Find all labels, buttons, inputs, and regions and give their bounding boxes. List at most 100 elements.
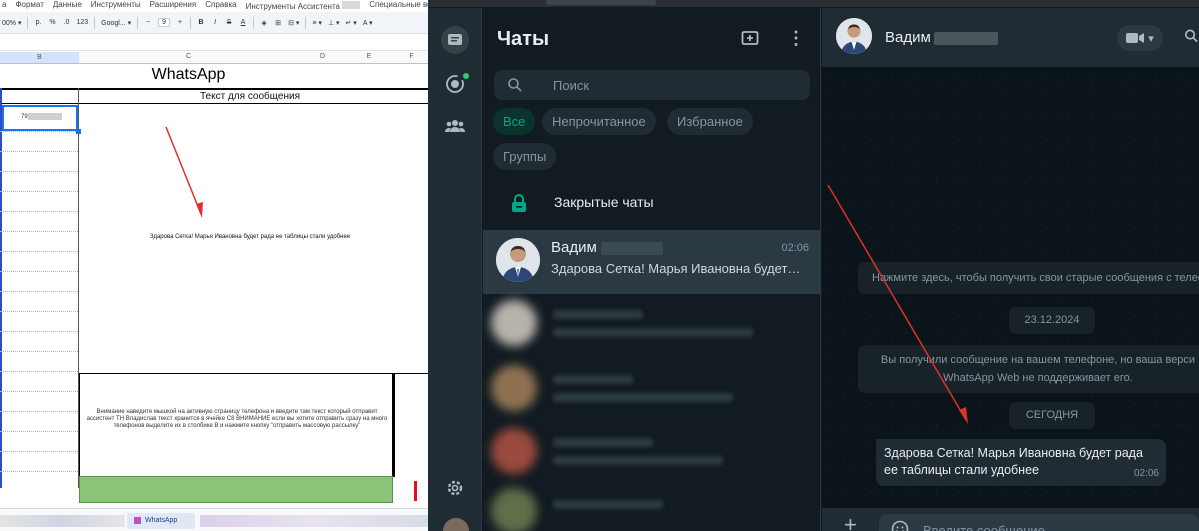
phone-cell[interactable]: 79 (2, 105, 78, 131)
borders-icon[interactable]: ⊞ (274, 19, 282, 27)
column-header-e[interactable]: E (345, 53, 393, 60)
profile-avatar[interactable] (443, 518, 469, 531)
font-size-increase-icon[interactable]: + (176, 19, 184, 26)
toolbar-divider (27, 16, 29, 29)
chats-icon[interactable] (441, 26, 469, 54)
filter-all[interactable]: Все (493, 108, 536, 135)
notice-side-cell (393, 373, 428, 477)
font-select[interactable]: Googl... ▾ (101, 19, 131, 27)
notice-text: Внимание наведите мышкой на активную стр… (86, 409, 388, 429)
contact-name: Вадим (885, 29, 998, 46)
bold-button[interactable]: B (197, 19, 205, 26)
menu-item-edit[interactable]: а (2, 0, 6, 11)
row-gridline (0, 331, 78, 332)
get-old-messages-notice[interactable]: Нажмите здесь, чтобы получить свои стары… (858, 262, 1199, 294)
sheet-title-cell[interactable]: WhatsApp (80, 66, 297, 84)
decimal-button[interactable]: .0 (62, 19, 70, 26)
message-input-placeholder: Введите сообщение (923, 523, 1045, 531)
chat-row-vadim[interactable]: Вадим 02:06 Здарова Сетка! Марья Ивановн… (483, 230, 821, 294)
menu-dots-icon[interactable]: ⋮ (786, 28, 806, 50)
redacted-preview (553, 328, 753, 337)
unsupported-message-notice: Вы получили сообщение на вашем телефоне,… (858, 345, 1199, 393)
sheet-tab-whatsapp[interactable]: WhatsApp (127, 513, 195, 529)
strikethrough-button[interactable]: S (225, 19, 233, 26)
more-formats-button[interactable]: 123 (76, 19, 88, 26)
conversation-header[interactable]: Вадим ▾ (822, 8, 1199, 67)
plus-icon[interactable]: + (844, 514, 857, 531)
composer: + Введите сообщение (822, 508, 1199, 531)
currency-icon[interactable]: р. (34, 19, 42, 26)
wrap-icon[interactable]: ↵ ▾ (346, 19, 357, 27)
locked-chats-label: Закрытые чаты (554, 194, 654, 210)
send-bulk-button[interactable] (79, 476, 393, 503)
chat-preview: Здарова Сетка! Марья Ивановна будет ра..… (551, 261, 803, 276)
row-gridline (0, 211, 78, 212)
menu-item-accessibility[interactable]: Специальные возможн (369, 0, 428, 11)
chat-row-blurred[interactable] (483, 486, 821, 531)
row-gridline (0, 351, 78, 352)
formula-bar[interactable] (0, 35, 428, 51)
redacted-surname (933, 31, 998, 45)
contact-avatar[interactable] (836, 18, 872, 54)
video-call-icon[interactable]: ▾ (1117, 25, 1163, 51)
valign-icon[interactable]: ⊥ ▾ (328, 19, 340, 27)
row-gridline (0, 371, 78, 372)
zoom-select[interactable]: 00% ▾ (2, 19, 21, 27)
align-icon[interactable]: ≡ ▾ (312, 19, 322, 27)
search-input[interactable] (553, 70, 793, 100)
text-color-button[interactable]: A (239, 19, 247, 26)
rotate-icon[interactable]: A ▾ (363, 19, 373, 27)
fill-color-icon[interactable]: ◈ (260, 19, 268, 27)
redacted-name (553, 500, 663, 509)
emoji-icon[interactable] (891, 520, 909, 531)
column-header-d[interactable]: D (300, 53, 345, 60)
column-header-c[interactable]: C (80, 53, 297, 60)
message-cell[interactable]: Здарова Сетка! Марья Ивановна будет рада… (80, 234, 420, 240)
menu-item-assistant-tools[interactable]: Инструменты Ассистента (246, 0, 361, 11)
percent-button[interactable]: % (48, 19, 56, 26)
merge-cells-icon[interactable]: ⊟ ▾ (288, 19, 299, 27)
search-icon[interactable] (1184, 28, 1199, 44)
row-gridline (0, 171, 78, 172)
italic-button[interactable]: I (211, 19, 219, 26)
message-input[interactable]: Введите сообщение (879, 514, 1199, 531)
chat-row-blurred[interactable] (483, 426, 821, 486)
filter-unread[interactable]: Непрочитанное (542, 108, 656, 135)
menu-item-extensions[interactable]: Расширения (150, 0, 197, 11)
redacted-preview (553, 456, 723, 465)
incoming-message[interactable]: Здарова Сетка! Марья Ивановна будет рада… (876, 439, 1166, 486)
redacted-surname (600, 241, 663, 255)
font-size-input[interactable]: 9 (158, 18, 171, 27)
redacted-name (553, 310, 643, 319)
chat-row-blurred[interactable] (483, 363, 821, 423)
toolbar-divider (94, 16, 96, 29)
menu-item-tools[interactable]: Инструменты (91, 0, 141, 11)
font-size-decrease-icon[interactable]: − (144, 19, 152, 26)
message-column-header[interactable]: Текст для сообщения (80, 91, 420, 102)
sheet-menubar: а Формат Данные Инструменты Расширения С… (0, 0, 428, 11)
communities-icon[interactable] (441, 112, 469, 140)
row-gridline (0, 291, 78, 292)
toolbar-divider (305, 16, 307, 29)
settings-icon[interactable] (441, 474, 469, 502)
locked-chats-row[interactable]: Закрытые чаты (483, 183, 821, 225)
row-gridline (0, 151, 78, 152)
redacted-url (546, 0, 656, 5)
column-header-b[interactable]: B (0, 52, 79, 63)
fill-handle[interactable] (76, 129, 81, 134)
red-marker (414, 481, 417, 501)
menu-item-data[interactable]: Данные (53, 0, 82, 11)
screen: а Формат Данные Инструменты Расширения С… (0, 0, 1199, 531)
new-chat-icon[interactable] (740, 28, 762, 50)
toolbar-divider (137, 16, 139, 29)
column-header-f[interactable]: F (395, 53, 428, 60)
chat-row-blurred[interactable] (483, 298, 821, 358)
chat-list-panel: Чаты ⋮ Все Непрочитанное Избранное Групп… (483, 8, 821, 531)
message-time: 02:06 (1133, 468, 1159, 479)
filter-favorites[interactable]: Избранное (667, 108, 753, 135)
sheet-tab-icon (134, 516, 141, 524)
menu-item-format[interactable]: Формат (15, 0, 43, 11)
menu-item-help[interactable]: Справка (205, 0, 236, 11)
redacted-tabs (0, 515, 125, 527)
filter-groups[interactable]: Группы (493, 143, 557, 170)
